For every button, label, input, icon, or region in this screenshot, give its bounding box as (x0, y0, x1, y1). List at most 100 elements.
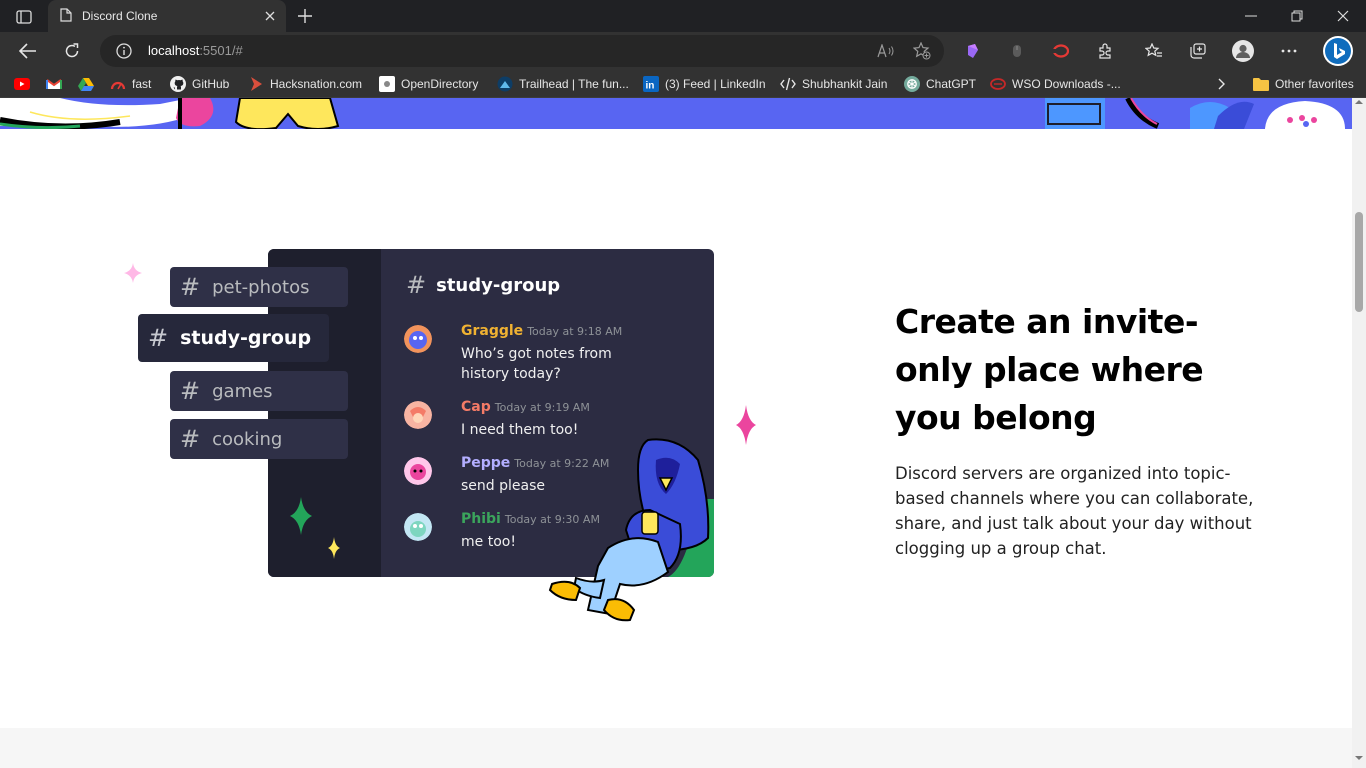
chat-channel-name: study-group (436, 274, 561, 296)
bookmark-hacksnation[interactable]: Hacksnation.com (248, 74, 362, 94)
page-icon (60, 7, 72, 26)
message-time: Today at 9:19 AM (494, 401, 590, 414)
close-window-icon[interactable] (1328, 6, 1358, 26)
phibi-avatar (404, 513, 432, 541)
youtube-icon (14, 76, 30, 92)
green-sparkle-icon (290, 497, 312, 535)
url-host: localhost (148, 43, 200, 58)
channel-hash-icon: # (180, 425, 201, 453)
channel-name: study-group (180, 327, 312, 349)
bookmark-shubhankit[interactable]: Shubhankit Jain (780, 74, 887, 94)
bookmark-drive[interactable] (78, 74, 100, 94)
extensions-icon[interactable] (1094, 41, 1116, 61)
page-viewport: # study-group Graggle Today at 9:18 AM Wh… (0, 98, 1352, 768)
bookmark-gmail[interactable] (46, 74, 68, 94)
bookmark-wso[interactable]: WSO Downloads -... (990, 74, 1121, 94)
peppe-avatar (404, 457, 432, 485)
bookmark-label: WSO Downloads -... (1012, 77, 1121, 91)
chat-channel-header: # study-group (406, 271, 560, 299)
bookmark-linkedin[interactable]: in (3) Feed | LinkedIn (643, 74, 766, 94)
wso-icon (990, 76, 1006, 92)
bookmark-youtube[interactable] (14, 74, 36, 94)
site-info-icon[interactable] (116, 43, 132, 63)
tab-title: Discord Clone (82, 9, 158, 23)
linkedin-icon: in (643, 76, 659, 92)
channel-hash-icon: # (406, 271, 427, 299)
folder-icon (1253, 76, 1269, 92)
new-tab-icon[interactable] (294, 5, 316, 27)
section-body: Discord servers are organized into topic… (895, 464, 1254, 558)
other-favorites-folder[interactable]: Other favorites (1253, 74, 1354, 94)
bookmark-label: ChatGPT (926, 77, 977, 91)
add-favorite-icon[interactable] (912, 42, 932, 60)
trailhead-icon (497, 76, 513, 92)
bookmark-label: (3) Feed | LinkedIn (665, 77, 766, 91)
collections-icon[interactable] (1187, 41, 1209, 61)
bookmark-fast[interactable]: fast (110, 74, 151, 94)
character-sitting-icon (548, 438, 710, 622)
hero-illustration-edge (0, 98, 1352, 129)
next-section-band (0, 728, 1352, 768)
url-path: :5501/# (199, 43, 243, 58)
bookmark-label: OpenDirectory (401, 77, 479, 91)
gmail-icon (46, 76, 62, 92)
channel-hash-icon: # (148, 324, 169, 352)
pink-sparkle-icon (124, 263, 142, 283)
chatgpt-icon (904, 76, 920, 92)
bookmark-opendirectory[interactable]: OpenDirectory (379, 74, 478, 94)
mouse-extension-icon[interactable] (1006, 41, 1028, 61)
scroll-down-icon[interactable] (1355, 754, 1363, 762)
bookmark-github[interactable]: GitHub (170, 74, 229, 94)
adblock-extension-icon[interactable] (1050, 41, 1072, 61)
read-aloud-icon[interactable] (876, 42, 896, 60)
channel-cooking: # cooking (170, 419, 348, 459)
author-name: Cap (461, 399, 491, 415)
channel-name: pet-photos (212, 276, 310, 298)
browser-tab-bar: Discord Clone (0, 0, 1366, 32)
more-options-icon[interactable] (1278, 41, 1300, 61)
pink-star-icon (736, 405, 756, 445)
scrollbar-thumb[interactable] (1355, 212, 1363, 312)
hero-background-strip (0, 98, 1352, 129)
drive-icon (78, 76, 94, 92)
close-tab-icon[interactable] (260, 6, 280, 26)
minimize-icon[interactable] (1236, 6, 1266, 26)
profile-avatar-icon[interactable] (1232, 40, 1254, 62)
code-icon (780, 76, 796, 92)
message-author: Graggle Today at 9:18 AM (461, 323, 622, 339)
author-name: Graggle (461, 323, 524, 339)
message-time: Today at 9:18 AM (527, 325, 623, 338)
message-author: Cap Today at 9:19 AM (461, 399, 590, 415)
channel-games: # games (170, 371, 348, 411)
scroll-up-icon[interactable] (1355, 98, 1363, 106)
bookmark-label: GitHub (192, 77, 230, 91)
restore-icon[interactable] (1282, 6, 1312, 26)
hacksnation-icon (248, 76, 264, 92)
bookmark-trailhead[interactable]: Trailhead | The fun... (497, 74, 629, 94)
favorites-icon[interactable] (1143, 41, 1165, 61)
reload-icon[interactable] (59, 39, 85, 63)
bookmark-label: Hacksnation.com (270, 77, 363, 91)
bookmarks-overflow-icon[interactable] (1218, 74, 1226, 94)
other-favorites-label: Other favorites (1275, 77, 1354, 91)
channel-hash-icon: # (180, 273, 201, 301)
browser-toolbar: localhost:5501/# (0, 32, 1366, 70)
graggle-avatar (404, 325, 432, 353)
address-bar[interactable]: localhost:5501/# (100, 35, 944, 67)
bookmark-label: Trailhead | The fun... (519, 77, 629, 91)
channel-study-group-active: # study-group (138, 314, 329, 362)
bing-chat-icon[interactable] (1322, 36, 1354, 66)
speedometer-icon (110, 76, 126, 92)
channel-hash-icon: # (180, 377, 201, 405)
svg-text:in: in (646, 81, 655, 92)
bookmark-chatgpt[interactable]: ChatGPT (904, 74, 976, 94)
url-text: localhost:5501/# (148, 43, 243, 58)
author-name: Phibi (461, 511, 501, 527)
browser-tab[interactable]: Discord Clone (48, 0, 286, 32)
copilot-extension-icon[interactable] (962, 41, 984, 61)
page-scrollbar[interactable] (1352, 98, 1366, 768)
tab-actions-icon[interactable] (10, 6, 38, 28)
channel-name: cooking (212, 428, 283, 450)
back-icon[interactable] (15, 39, 41, 63)
section-headline: Create an invite-only place where you be… (895, 302, 1204, 437)
